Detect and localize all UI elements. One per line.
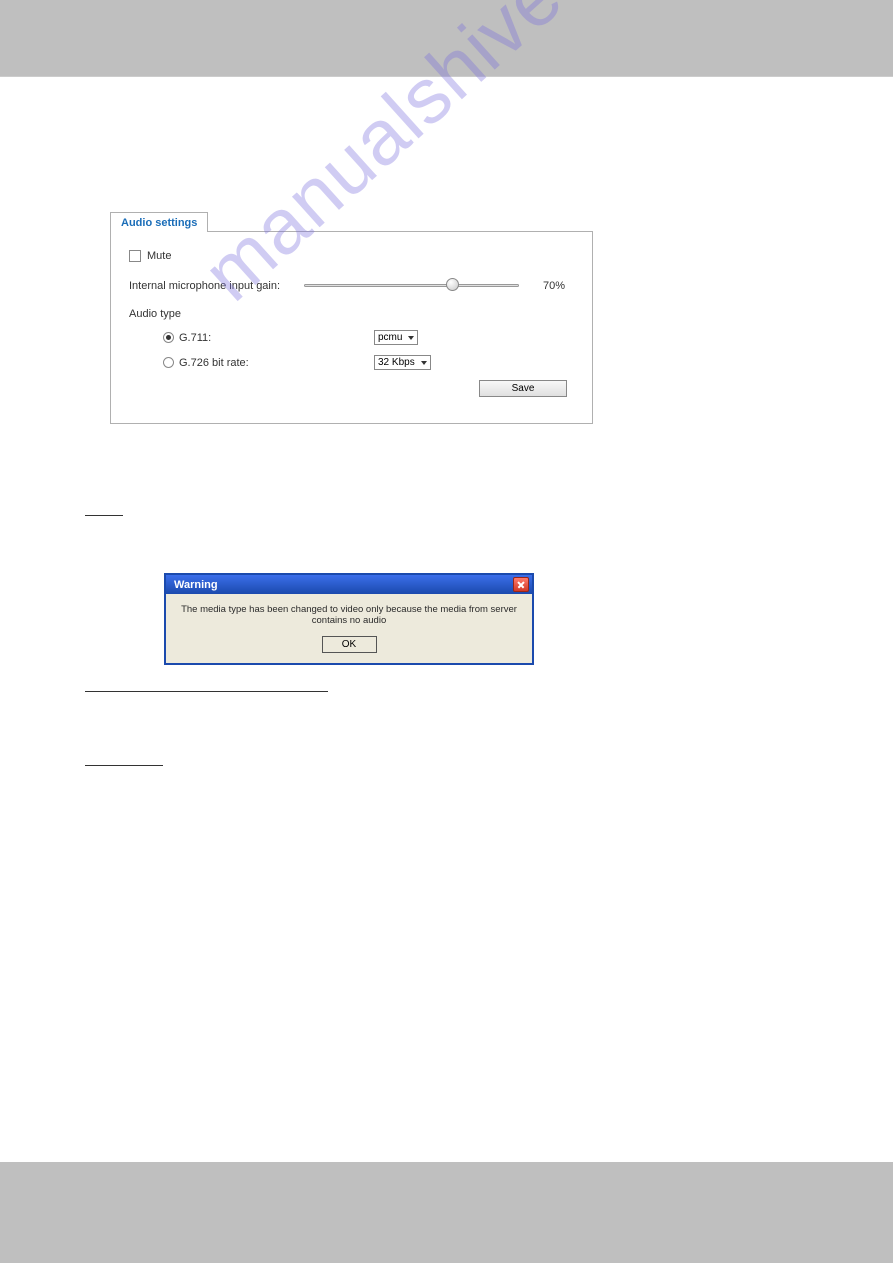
warning-dialog: Warning The media type has been changed …	[164, 573, 534, 665]
gain-slider[interactable]	[304, 280, 519, 294]
dialog-titlebar[interactable]: Warning	[166, 575, 532, 594]
g726-select[interactable]: 32 Kbps	[374, 355, 431, 370]
dialog-message: The media type has been changed to video…	[172, 604, 526, 626]
divider	[0, 76, 893, 77]
gain-value: 70%	[543, 280, 565, 292]
dialog-title-text: Warning	[174, 579, 218, 591]
close-icon[interactable]	[513, 577, 529, 592]
bottom-banner	[0, 1162, 893, 1263]
slider-track	[304, 284, 519, 287]
mute-checkbox[interactable]	[129, 250, 141, 262]
radio-g726[interactable]	[163, 357, 174, 368]
g711-label: G.711:	[179, 332, 374, 344]
radio-g711[interactable]	[163, 332, 174, 343]
gain-label: Internal microphone input gain:	[129, 280, 304, 292]
dialog-body: The media type has been changed to video…	[166, 594, 532, 663]
g726-label: G.726 bit rate:	[179, 357, 374, 369]
panel-body: Mute Internal microphone input gain: 70%…	[110, 231, 593, 424]
top-banner	[0, 0, 893, 76]
audio-settings-panel: Audio settings Mute Internal microphone …	[110, 212, 593, 424]
g711-select[interactable]: pcmu	[374, 330, 418, 345]
mute-label: Mute	[147, 250, 171, 262]
ok-button[interactable]: OK	[322, 636, 377, 653]
audio-type-label: Audio type	[129, 308, 577, 320]
slider-thumb[interactable]	[446, 278, 459, 291]
underline-3	[85, 765, 163, 766]
tab-audio-settings[interactable]: Audio settings	[110, 212, 208, 232]
underline-1	[85, 515, 123, 516]
save-button[interactable]: Save	[479, 380, 567, 397]
underline-2	[85, 691, 328, 692]
